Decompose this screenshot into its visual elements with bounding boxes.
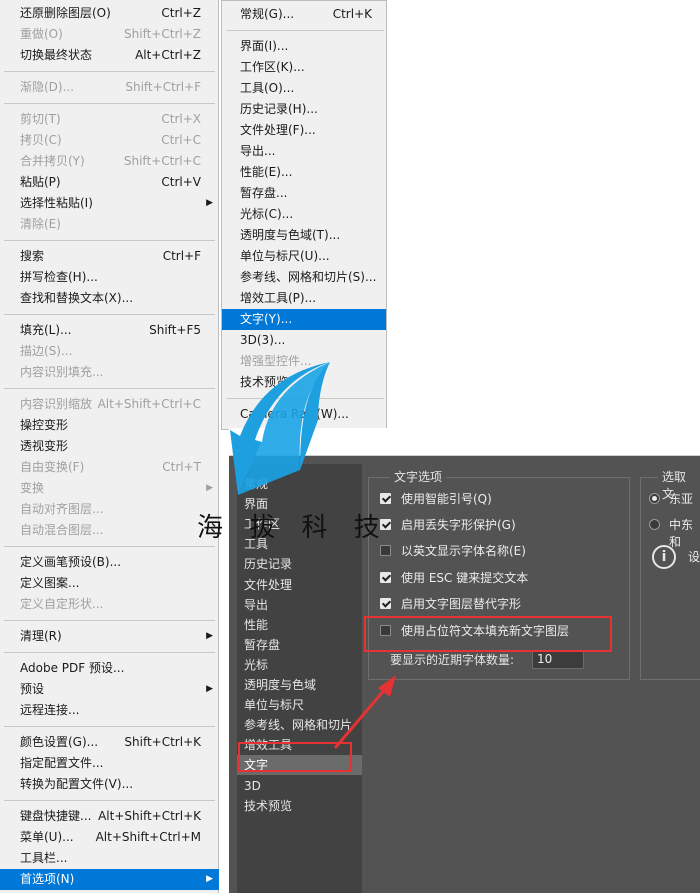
watermark: 海 拔 科 技 — [197, 513, 389, 543]
annotation-arrows — [230, 362, 396, 749]
red-arrow-line — [333, 687, 388, 749]
